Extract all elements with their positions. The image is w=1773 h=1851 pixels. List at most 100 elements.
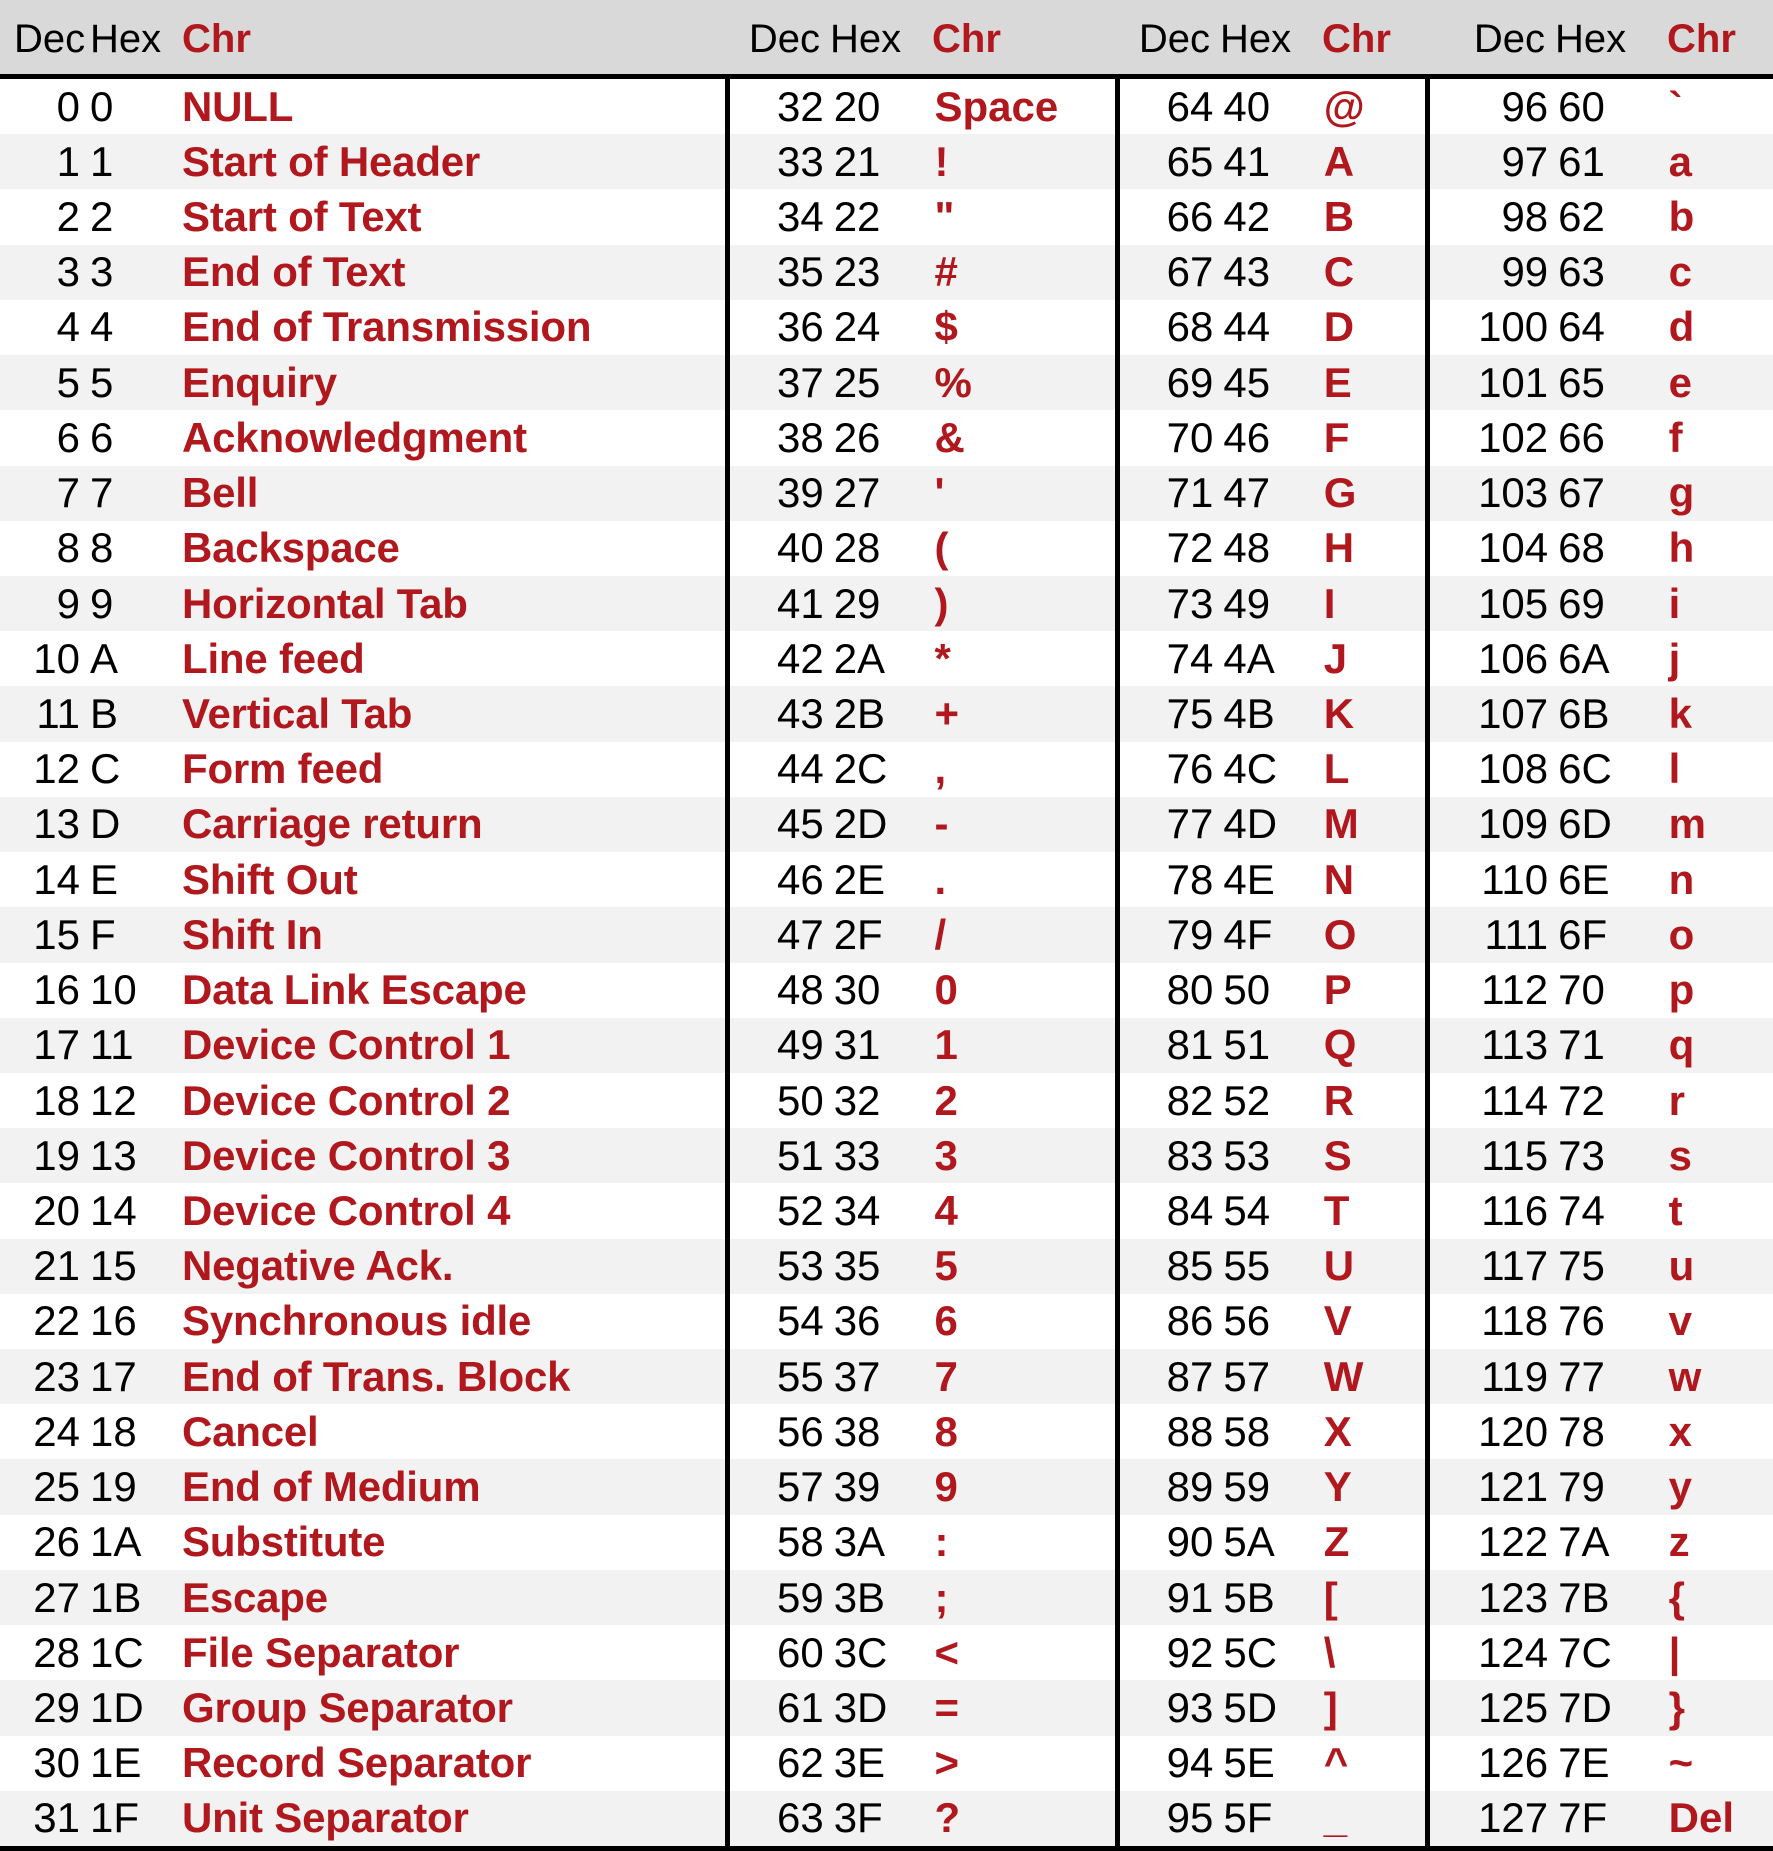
table-row: 114 72 r: [1430, 1072, 1773, 1129]
cell-hex: 3C: [833, 1628, 888, 1676]
table-row: 106 6A j: [1430, 631, 1773, 687]
cell-hex: 1E: [90, 1739, 142, 1787]
table-row: 113 71 q: [1430, 1017, 1773, 1073]
cell-chr: Escape: [182, 1573, 328, 1621]
cell-chr: ': [934, 469, 945, 517]
cell-dec: 66: [1166, 193, 1214, 241]
cell-hex: 23: [833, 248, 881, 296]
cell-dec: 13: [33, 800, 80, 848]
cell-hex: 28: [833, 524, 881, 572]
header-group-1: Dec Hex Chr: [0, 0, 725, 74]
table-row: 6 6 Acknowledgment: [0, 410, 725, 466]
table-row: 2 2 Start of Text: [0, 189, 725, 245]
table-row: 103 67 g: [1430, 465, 1773, 521]
table-row: 77 4D M: [1120, 796, 1425, 853]
cell-dec: 92: [1166, 1628, 1214, 1676]
cell-dec: 45: [776, 800, 824, 848]
cell-hex: 12: [90, 1076, 137, 1124]
table-row: 35 23 #: [730, 244, 1115, 300]
cell-hex: 1C: [90, 1628, 144, 1676]
cell-dec: 120: [1478, 1407, 1549, 1455]
cell-dec: 59: [776, 1573, 824, 1621]
table-row: 12 C Form feed: [0, 741, 725, 797]
table-row: 115 73 s: [1430, 1128, 1773, 1184]
table-row: 107 6B k: [1430, 686, 1773, 742]
cell-dec: 96: [1501, 82, 1549, 130]
cell-chr: <: [934, 1628, 960, 1676]
cell-chr: V: [1323, 1297, 1352, 1345]
cell-dec: 124: [1478, 1628, 1549, 1676]
cell-chr: 3: [934, 1131, 958, 1179]
cell-hex: 4A: [1223, 634, 1275, 682]
table-row: 116 74 t: [1430, 1183, 1773, 1239]
cell-chr: j: [1668, 634, 1681, 682]
table-row: 121 79 y: [1430, 1459, 1773, 1515]
table-row: 46 2E.: [730, 852, 1115, 908]
cell-hex: 46: [1223, 413, 1271, 461]
table-row: 109 6D m: [1430, 796, 1773, 853]
cell-dec: 117: [1481, 1242, 1549, 1290]
cell-chr: S: [1323, 1131, 1352, 1179]
table-row: 87 57 W: [1120, 1349, 1425, 1405]
cell-hex: 39: [833, 1463, 881, 1511]
cell-hex: 51: [1223, 1021, 1271, 1069]
cell-chr: Record Separator: [182, 1739, 532, 1787]
table-row: 29 1D Group Separator: [0, 1680, 725, 1736]
cell-dec: 101: [1478, 358, 1549, 406]
cell-hex: 33: [833, 1131, 881, 1179]
cell-dec: 3: [56, 248, 80, 296]
cell-hex: 3F: [833, 1794, 883, 1842]
table-row: 67 43 C: [1120, 244, 1425, 300]
cell-dec: 9: [56, 579, 80, 627]
table-row: 39 27 ': [730, 465, 1115, 521]
cell-dec: 40: [776, 524, 824, 572]
table-row: 66 42 B: [1120, 189, 1425, 245]
table-row: 8 8 Backspace: [0, 520, 725, 576]
cell-chr: ": [934, 193, 955, 241]
cell-chr: r: [1668, 1076, 1685, 1124]
table-row: 41 29): [730, 575, 1115, 632]
table-row: 89 59 Y: [1120, 1459, 1425, 1515]
cell-chr: {: [1668, 1573, 1685, 1621]
table-row: 127 7F Del: [1430, 1790, 1773, 1846]
cell-dec: 7: [56, 469, 80, 517]
table-row: 81 51 Q: [1120, 1017, 1425, 1073]
column-header-dec: Dec: [1138, 17, 1210, 61]
table-row: 7 7 Bell: [0, 465, 725, 521]
table-row: 80 50 P: [1120, 962, 1425, 1018]
cell-chr: o: [1668, 910, 1695, 958]
table-row: 61 3D =: [730, 1680, 1115, 1736]
table-row: 19 13 Device Control 3: [0, 1128, 725, 1184]
cell-hex: 70: [1558, 966, 1605, 1014]
table-row: 5 5 Enquiry: [0, 355, 725, 411]
header-group-2: Dec Hex Chr: [725, 0, 1115, 74]
table-row: 78 4E N: [1120, 852, 1425, 908]
table-row: 111 6F o: [1430, 907, 1773, 963]
table-row: 96 60 `: [1430, 79, 1773, 135]
cell-chr: I: [1323, 579, 1336, 627]
cell-dec: 86: [1166, 1297, 1214, 1345]
cell-chr: @: [1323, 82, 1365, 130]
cell-chr: ]: [1323, 1683, 1338, 1731]
cell-hex: 3A: [833, 1518, 886, 1566]
table-row: 104 68 h: [1430, 520, 1773, 576]
cell-hex: 75: [1558, 1242, 1605, 1290]
cell-dec: 46: [776, 855, 824, 903]
cell-hex: 6D: [1558, 800, 1612, 848]
table-row: 72 48 H: [1120, 520, 1425, 576]
table-row: 60 3C <: [730, 1625, 1115, 1681]
cell-hex: 7B: [1558, 1573, 1610, 1621]
table-row: 62 3E >: [730, 1735, 1115, 1791]
cell-chr: z: [1668, 1518, 1690, 1566]
table-row: 24 18 Cancel: [0, 1404, 725, 1460]
table-row: 70 46 F: [1120, 410, 1425, 466]
table-row: 51 33 3: [730, 1128, 1115, 1184]
table-row: 74 4A J: [1120, 631, 1425, 687]
cell-dec: 33: [776, 137, 824, 185]
cell-chr: Del: [1668, 1794, 1734, 1842]
cell-dec: 43: [776, 690, 824, 738]
cell-dec: 85: [1166, 1242, 1214, 1290]
table-row: 33 21!: [730, 134, 1115, 190]
table-row: 68 44 D: [1120, 299, 1425, 356]
cell-dec: 102: [1478, 413, 1549, 461]
